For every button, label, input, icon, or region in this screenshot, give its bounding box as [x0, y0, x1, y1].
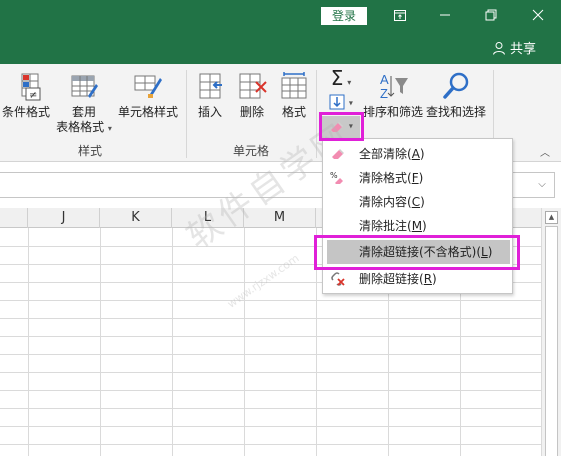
column-gridline — [100, 228, 101, 456]
sigma-icon: Σ — [330, 66, 344, 90]
delete-label: 删除 — [239, 105, 264, 119]
conditional-format-icon: ≠ — [21, 73, 41, 101]
clear-dropdown-menu: 全部清除(A) % 清除格式(F) 清除内容(C) 清除批注(M) 清除超链接(… — [322, 138, 513, 294]
cells-group-label: 单元格 — [233, 144, 270, 158]
menu-item-label: 全部清除(A) — [359, 147, 425, 161]
column-header-m[interactable]: M — [244, 208, 316, 228]
format-as-table-button[interactable]: 套用 表格格式 ▾ — [54, 70, 114, 136]
group-divider — [316, 70, 317, 158]
person-icon — [493, 41, 505, 55]
format-label: 格式 — [281, 105, 306, 119]
row-gridline — [0, 390, 541, 391]
close-icon[interactable] — [525, 4, 551, 26]
cell-styles-icon — [134, 75, 162, 98]
delete-cells-icon — [239, 73, 267, 99]
format-cells-icon — [281, 72, 307, 99]
fill-down-icon — [329, 94, 345, 110]
minimize-icon[interactable] — [432, 4, 458, 26]
login-button[interactable]: 登录 — [321, 7, 367, 25]
vertical-scrollbar[interactable]: ▲ — [541, 208, 561, 456]
format-as-table-icon — [71, 75, 98, 98]
insert-cells-icon — [199, 73, 222, 99]
group-divider — [186, 70, 187, 158]
format-button[interactable]: 格式 — [276, 70, 312, 120]
svg-text:%: % — [330, 171, 338, 180]
column-header-partial[interactable] — [0, 208, 28, 228]
styles-group-label: 样式 — [78, 144, 103, 158]
row-gridline — [0, 444, 541, 445]
svg-text:≠: ≠ — [29, 90, 37, 101]
sort-filter-button[interactable]: A Z 排序和筛选 — [360, 70, 426, 120]
autosum-button[interactable]: Σ ▾ — [324, 68, 358, 88]
row-gridline — [0, 318, 541, 319]
svg-text:Z: Z — [380, 86, 388, 101]
menu-item-label: 清除格式(F) — [359, 171, 424, 185]
cell-styles-label: 单元格样式 — [117, 105, 178, 119]
title-bar: 登录 共享 — [0, 0, 561, 64]
conditional-format-label: 条件格式 — [1, 105, 50, 119]
find-select-label: 查找和选择 — [425, 105, 486, 119]
clear-format-icon: % — [330, 171, 343, 184]
row-gridline — [0, 354, 541, 355]
highlight-box-clear-button — [319, 112, 364, 141]
find-select-button[interactable]: 查找和选择 — [424, 70, 488, 120]
scroll-up-icon[interactable]: ▲ — [545, 211, 558, 224]
eraser-icon — [332, 149, 344, 159]
column-gridline — [244, 228, 245, 456]
conditional-format-button[interactable]: ≠ 条件格式 — [0, 70, 52, 120]
share-label: 共享 — [510, 42, 537, 57]
menu-item-clear-contents[interactable]: 清除内容(C) — [323, 190, 512, 214]
row-gridline — [0, 372, 541, 373]
menu-item-clear-formats[interactable]: % 清除格式(F) — [323, 166, 512, 190]
row-gridline — [0, 336, 541, 337]
svg-text:A: A — [380, 72, 389, 87]
insert-button[interactable]: 插入 — [192, 70, 228, 120]
cell-styles-button[interactable]: 单元格样式 — [116, 70, 180, 120]
column-gridline — [28, 228, 29, 456]
sort-filter-icon: A Z — [380, 72, 408, 101]
remove-link-icon — [331, 272, 345, 286]
menu-item-clear-all[interactable]: 全部清除(A) — [323, 142, 512, 166]
insert-label: 插入 — [197, 105, 222, 119]
row-gridline — [0, 300, 541, 301]
column-header-l[interactable]: L — [172, 208, 244, 228]
format-as-table-label-1: 套用 — [71, 105, 96, 119]
column-header-j[interactable]: J — [28, 208, 100, 228]
fill-button[interactable]: ▾ — [324, 94, 358, 114]
column-gridline — [172, 228, 173, 456]
delete-button[interactable]: 删除 — [234, 70, 270, 120]
column-header-k[interactable]: K — [100, 208, 172, 228]
magnifier-icon — [443, 72, 469, 99]
row-gridline — [0, 408, 541, 409]
expand-formula-bar-icon[interactable]: ⌵ — [534, 176, 550, 194]
row-gridline — [0, 426, 541, 427]
highlight-box-menu-item — [314, 235, 520, 270]
menu-item-label: 清除内容(C) — [359, 195, 425, 209]
menu-item-remove-hyperlinks[interactable]: 删除超链接(R) — [323, 267, 512, 291]
restore-icon[interactable] — [478, 4, 504, 26]
ribbon-display-options-icon[interactable] — [387, 4, 413, 26]
format-as-table-label-2: 表格格式 — [56, 120, 105, 134]
scrollbar-thumb[interactable] — [545, 226, 558, 456]
share-button[interactable]: 共享 — [492, 38, 536, 57]
sort-filter-label: 排序和筛选 — [362, 105, 423, 119]
menu-item-label: 删除超链接(R) — [359, 272, 437, 286]
collapse-ribbon-icon[interactable]: ︿ — [540, 144, 550, 159]
